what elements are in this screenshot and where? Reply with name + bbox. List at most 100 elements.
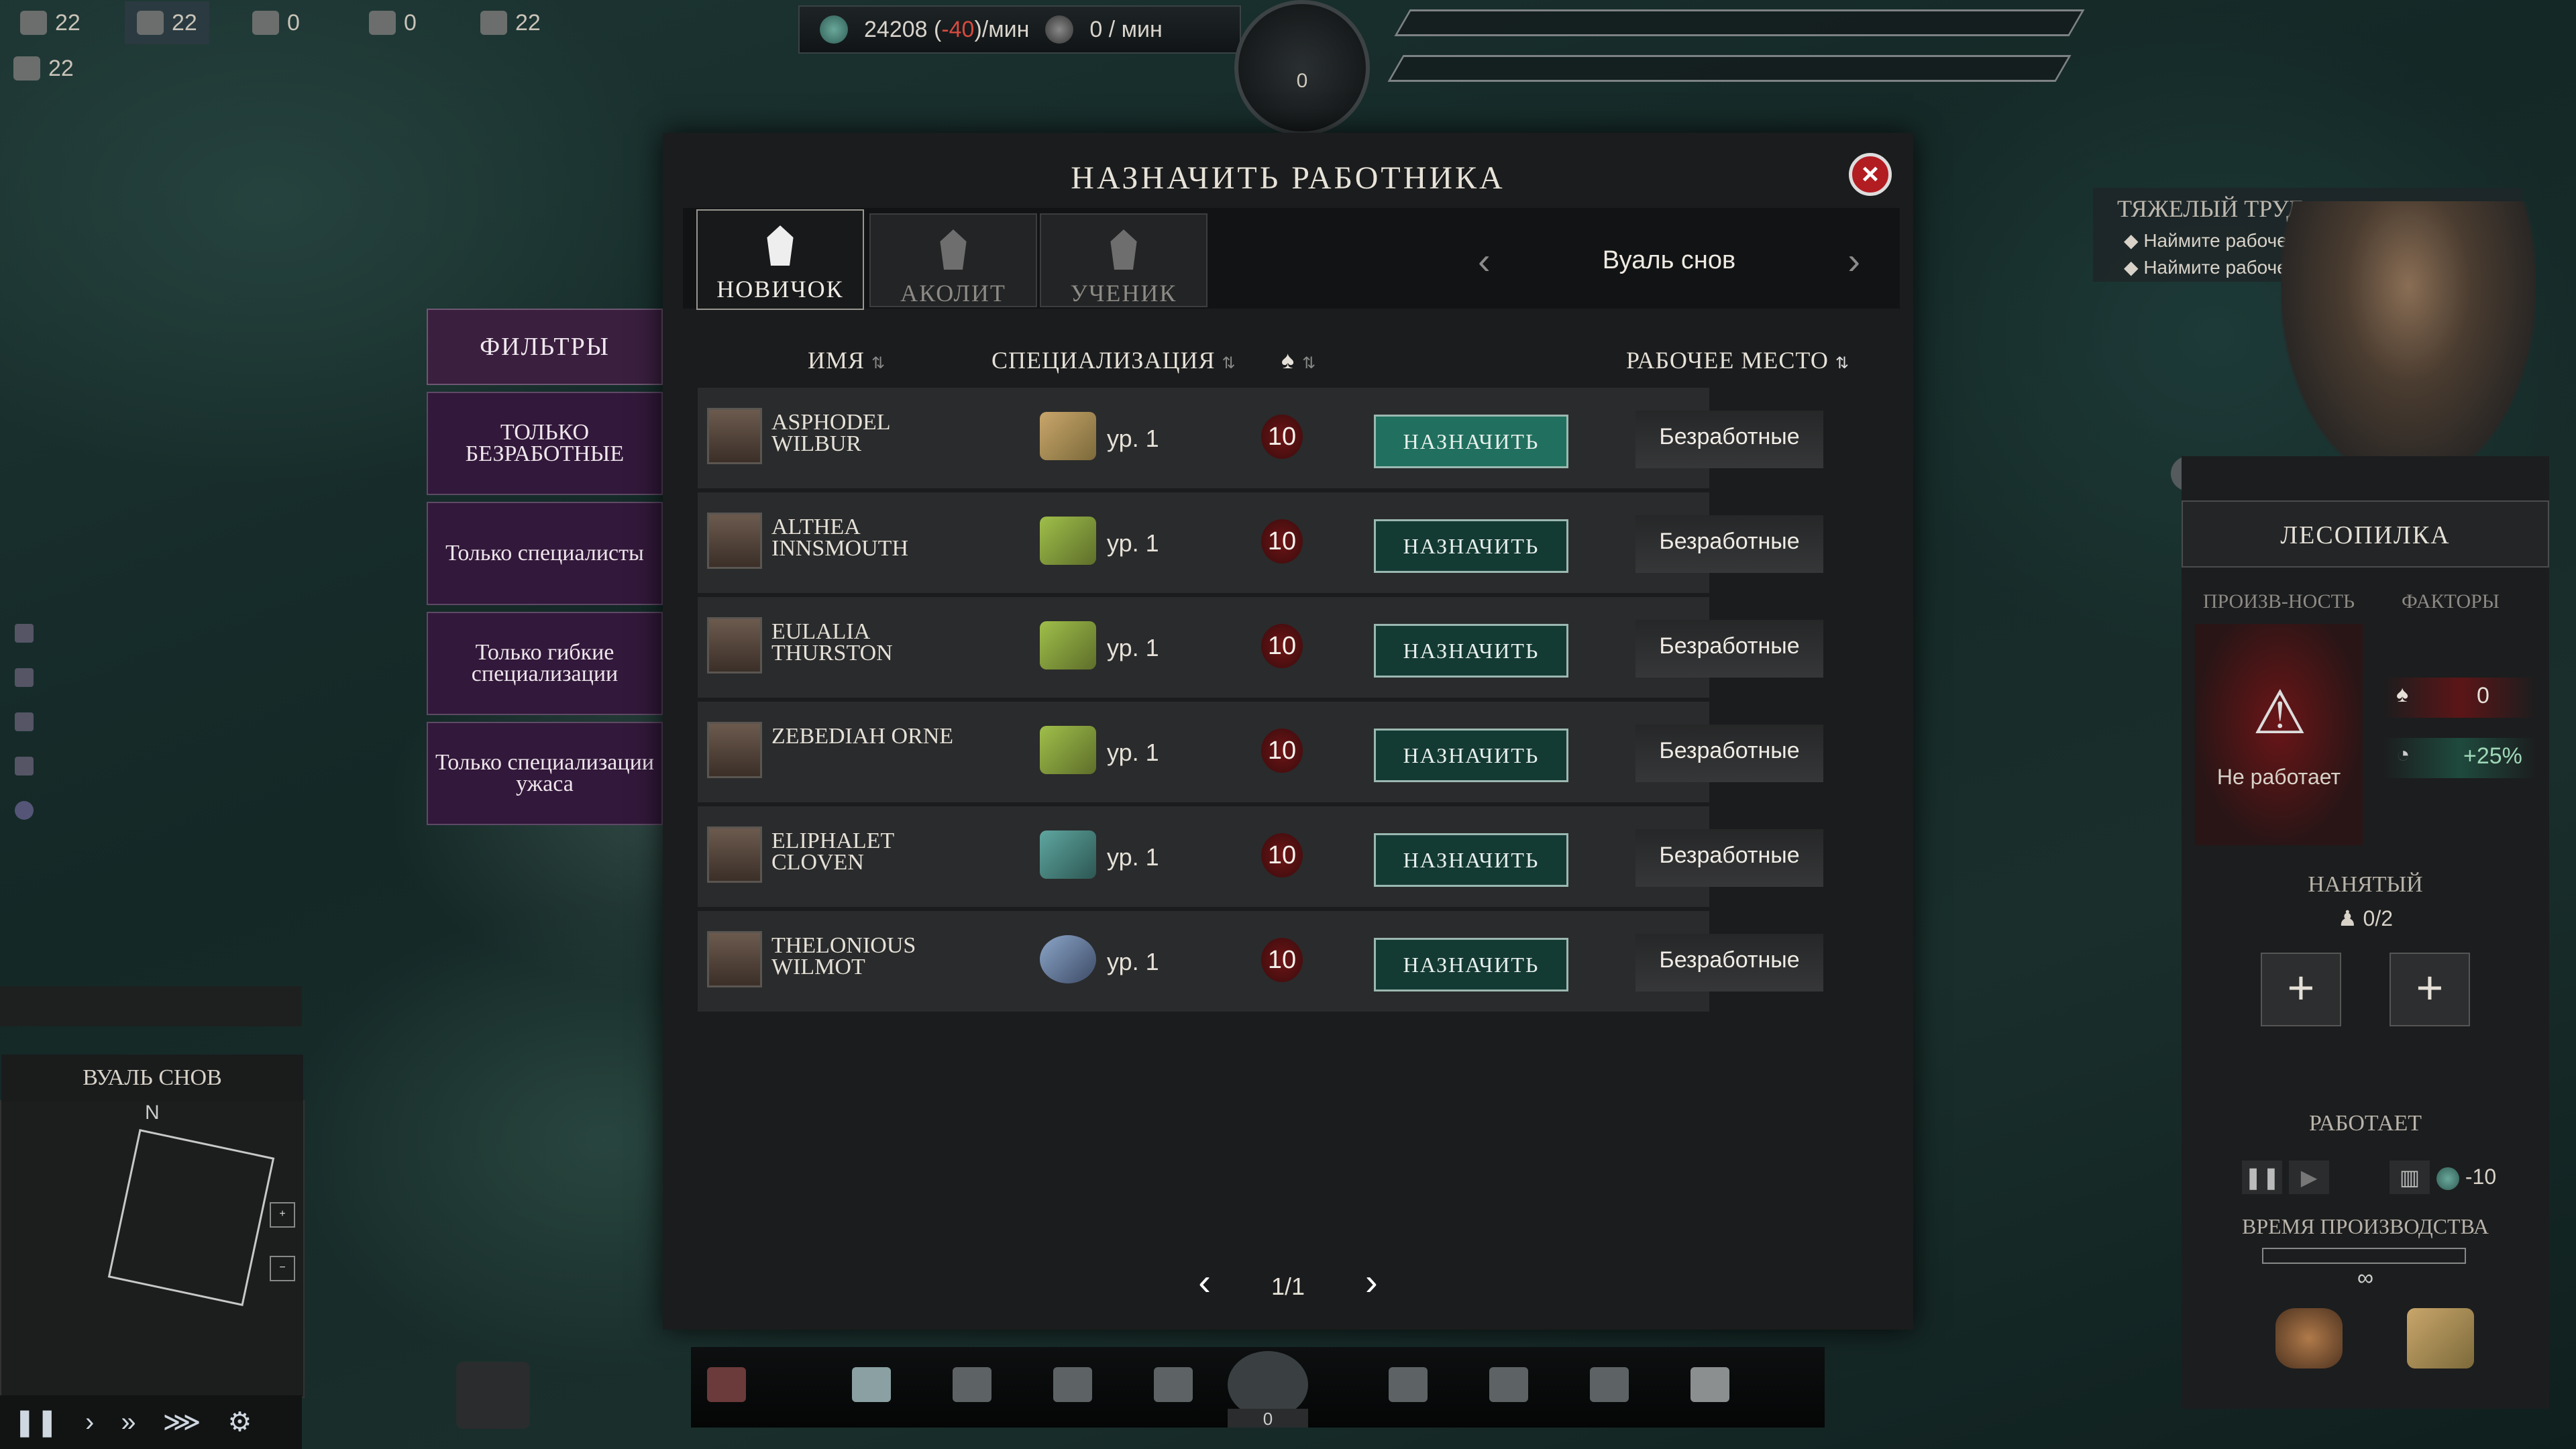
horror-icon[interactable]: [1690, 1367, 1729, 1402]
zoom-out-button[interactable]: −: [270, 1256, 295, 1281]
worker-row: THELONIOUS WILMOT ур. 1 10 НАЗНАЧИТЬ Без…: [698, 911, 1823, 1016]
fear-badge: 10: [1261, 938, 1303, 982]
filter-horror[interactable]: Только специализации ужаса: [427, 722, 663, 825]
minimap-view-area: [107, 1129, 275, 1306]
demolish-icon[interactable]: [707, 1367, 746, 1402]
pause-button[interactable]: ❚❚: [2242, 1161, 2282, 1194]
fastest-speed-button[interactable]: ⋙: [163, 1407, 201, 1438]
shrines-icon[interactable]: [1489, 1367, 1528, 1402]
worker-portrait: [707, 408, 762, 464]
fear-icon: [480, 11, 507, 35]
currency-display: 24208 (-40)/мин: [864, 16, 1030, 42]
worker-row: ZEBEDIAH ORNE ур. 1 10 НАЗНАЧИТЬ Безрабо…: [698, 702, 1823, 806]
worker-name: ASPHODEL WILBUR: [771, 410, 890, 456]
side-star-icon[interactable]: [15, 757, 34, 775]
close-button[interactable]: ×: [1849, 153, 1892, 196]
emblem-counter: 0: [1296, 70, 1308, 92]
pagination: ‹ 1/1 ›: [663, 1260, 1913, 1303]
pickaxe-icon: [1040, 830, 1096, 879]
tab-novice[interactable]: НОВИЧОК: [696, 209, 864, 310]
add-worker-slot-2[interactable]: +: [2390, 953, 2470, 1026]
fear-badge: 10: [1261, 624, 1303, 668]
cult-center-icon[interactable]: [1228, 1351, 1308, 1418]
resource-wood[interactable]: 22: [13, 47, 74, 90]
side-fear-icon[interactable]: [15, 624, 34, 643]
factors-label: ФАКТОРЫ: [2402, 590, 2500, 612]
resource-fear[interactable]: 22: [480, 1, 541, 44]
tab-apprentice[interactable]: УЧЕНИК: [1040, 213, 1208, 307]
filter-flexible[interactable]: Только гибкие специализации: [427, 612, 663, 715]
fear-factor-icon: ♠: [2396, 682, 2409, 707]
log-input-icon: [2275, 1308, 2343, 1368]
side-help-icon[interactable]: [15, 801, 34, 820]
speed-controls: ❚❚ › » ⋙ ⚙: [0, 1395, 302, 1449]
workplace-value: Безработные: [1635, 620, 1823, 678]
add-worker-slot-1[interactable]: +: [2261, 953, 2341, 1026]
close-icon: ×: [1862, 158, 1879, 191]
worker-portrait: [707, 722, 762, 778]
assign-button[interactable]: НАЗНАЧИТЬ: [1374, 833, 1568, 887]
page-next-button[interactable]: ›: [1352, 1260, 1391, 1303]
bonus-icon: ◔: [2396, 742, 2410, 767]
assign-button[interactable]: НАЗНАЧИТЬ: [1374, 729, 1568, 782]
assign-button[interactable]: НАЗНАЧИТЬ: [1374, 519, 1568, 573]
factor-bonus: ◔ +25%: [2383, 738, 2537, 778]
col-header-workplace[interactable]: РАБОЧЕЕ МЕСТО ⇅: [1626, 346, 1849, 374]
fast-speed-button[interactable]: »: [121, 1407, 136, 1438]
filter-unemployed[interactable]: Только безработные: [427, 392, 663, 495]
resource-workers[interactable]: 22: [20, 1, 80, 44]
plank-output-icon: [2407, 1308, 2474, 1368]
cult-emblem[interactable]: 0: [1234, 0, 1370, 136]
stats-button[interactable]: ▥: [2390, 1161, 2430, 1194]
filter-specialists[interactable]: Только специалисты: [427, 502, 663, 605]
factor-fear: ♠ 0: [2383, 678, 2537, 718]
unit-portrait-button[interactable]: [456, 1362, 530, 1429]
worker-small-icon: ♟: [2337, 906, 2357, 930]
zoom-in-button[interactable]: +: [270, 1202, 295, 1228]
resource-buildings[interactable]: 0: [369, 1, 417, 44]
worker-name: ALTHEA INNSMOUTH: [771, 515, 908, 561]
col-header-name[interactable]: ИМЯ ⇅: [808, 346, 885, 374]
region-prev-button[interactable]: ‹: [1464, 239, 1504, 282]
workplace-value: Безработные: [1635, 515, 1823, 573]
rituals-icon[interactable]: [1389, 1367, 1428, 1402]
resource-housing[interactable]: 22: [125, 1, 209, 44]
research-icon[interactable]: [1590, 1367, 1629, 1402]
planks-icon: [1040, 412, 1096, 460]
minimap[interactable]: ВУАЛЬ СНОВ N + −: [0, 1055, 305, 1398]
assign-worker-dialog: НАЗНАЧИТЬ РАБОТНИКА × НОВИЧОК АКОЛИТ УЧЕ…: [663, 133, 1913, 1330]
play-button[interactable]: ▶: [2289, 1161, 2329, 1194]
side-chest-icon[interactable]: [15, 668, 34, 687]
essence-coin-icon: [820, 15, 848, 44]
assign-button[interactable]: НАЗНАЧИТЬ: [1374, 938, 1568, 991]
minimap-north: N: [145, 1102, 160, 1124]
play-speed-button[interactable]: ›: [85, 1407, 94, 1438]
worker-portrait: [707, 617, 762, 674]
settings-gear-icon[interactable]: ⚙: [228, 1407, 252, 1438]
fish-icon: [1040, 935, 1096, 983]
worker-name: ZEBEDIAH ORNE: [771, 724, 954, 749]
pause-speed-button[interactable]: ❚❚: [13, 1407, 58, 1438]
build-toolbar: 0: [691, 1347, 1825, 1429]
col-header-spec[interactable]: СПЕЦИАЛИЗАЦИЯ ⇅: [991, 346, 1236, 374]
worker-row: ELIPHALET CLOVEN ур. 1 10 НАЗНАЧИТЬ Безр…: [698, 806, 1823, 911]
housing-tool-icon[interactable]: [953, 1367, 991, 1402]
col-header-fear[interactable]: ♠ ⇅: [1281, 346, 1316, 374]
tab-acolyte[interactable]: АКОЛИТ: [869, 213, 1037, 307]
threat-progress-bar: [1387, 55, 2072, 82]
side-bell-icon[interactable]: [15, 712, 34, 731]
region-next-button[interactable]: ›: [1834, 239, 1874, 282]
worker-level: ур. 1: [1107, 425, 1159, 452]
page-prev-button[interactable]: ‹: [1185, 1260, 1224, 1303]
buildings-icon[interactable]: [852, 1367, 891, 1402]
building-name: ЛЕСОПИЛКА: [2182, 500, 2549, 568]
region-selector: ‹ Вуаль снов ›: [1464, 233, 1874, 287]
production-icon[interactable]: [1154, 1367, 1193, 1402]
worker-level: ур. 1: [1107, 739, 1159, 766]
assign-button[interactable]: НАЗНАЧИТЬ: [1374, 415, 1568, 468]
worker-level: ур. 1: [1107, 634, 1159, 661]
alert-icon: ⚠: [2253, 680, 2307, 747]
storage-icon[interactable]: [1053, 1367, 1092, 1402]
resource-tools[interactable]: 0: [252, 1, 300, 44]
assign-button[interactable]: НАЗНАЧИТЬ: [1374, 624, 1568, 678]
